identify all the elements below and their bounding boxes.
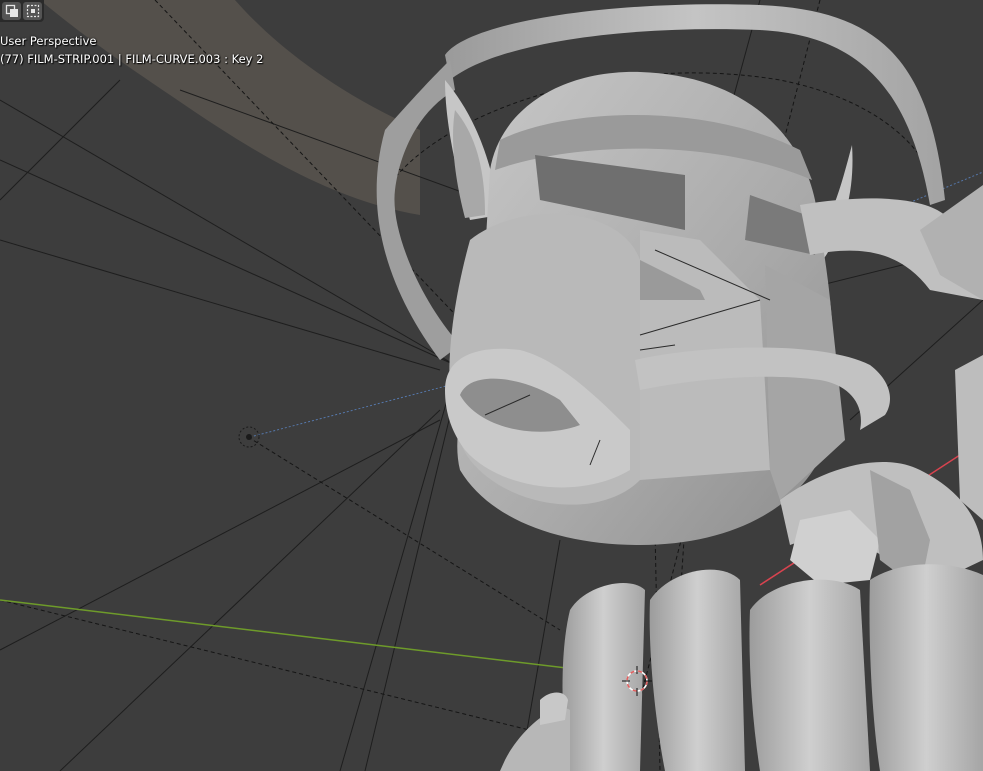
selection-mode-toolbar — [0, 0, 44, 22]
3d-viewport[interactable]: User Perspective (77) FILM-STRIP.001 | F… — [0, 0, 983, 771]
select-box-icon — [5, 4, 18, 17]
select-box-button[interactable] — [2, 2, 21, 20]
finger-2[interactable] — [649, 569, 745, 771]
scene-canvas[interactable] — [0, 0, 983, 771]
finger-1[interactable] — [562, 582, 646, 771]
select-extend-icon — [26, 4, 39, 18]
view-perspective-label: User Perspective — [0, 34, 97, 48]
finger-4[interactable] — [869, 564, 983, 771]
active-object-info: (77) FILM-STRIP.001 | FILM-CURVE.003 : K… — [0, 52, 264, 66]
finger-3[interactable] — [749, 579, 870, 771]
select-extend-button[interactable] — [23, 2, 42, 20]
